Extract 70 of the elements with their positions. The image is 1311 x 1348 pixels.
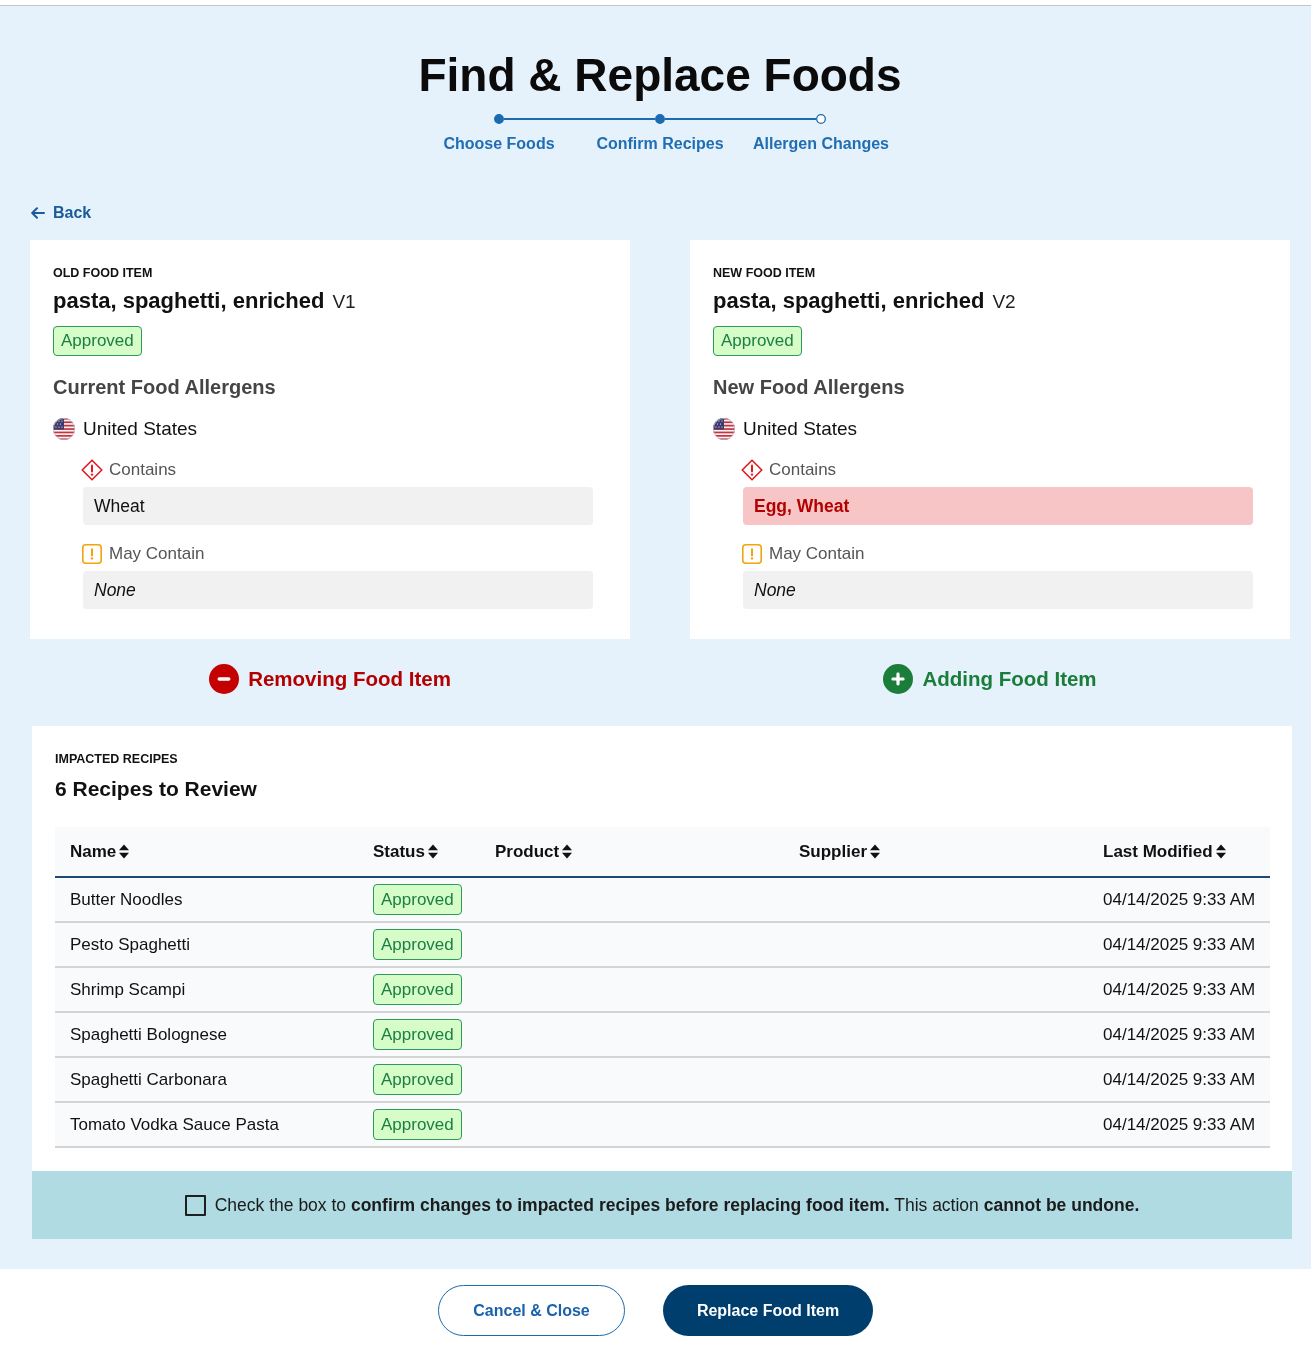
allergen-value: None [83, 571, 593, 609]
table-cell: 04/14/2025 9:33 AM [1103, 978, 1256, 1001]
column-header[interactable]: Name [70, 840, 130, 863]
table-cell: 04/14/2025 9:33 AM [1103, 1023, 1256, 1046]
us-flag-icon [53, 418, 75, 440]
page-title: Find & Replace Foods [418, 48, 902, 103]
status-badge: Approved [373, 974, 462, 1005]
back-link[interactable]: Back [31, 202, 92, 224]
action-label: Adding Food Item [922, 666, 1097, 692]
version-label: V1 [332, 290, 356, 314]
table-cell: Tomato Vodka Sauce Pasta [70, 1113, 279, 1136]
table-cell: 04/14/2025 9:33 AM [1103, 1113, 1256, 1136]
status-badge: Approved [713, 326, 802, 356]
step-label: Choose Foods [443, 134, 555, 154]
card-eyebrow: OLD FOOD ITEM [53, 265, 154, 281]
status-badge: Approved [373, 884, 462, 915]
status-badge: Approved [373, 1064, 462, 1095]
food-name: pasta, spaghetti, enriched [53, 287, 325, 315]
warning-diamond-icon [741, 459, 763, 481]
table-cell: 04/14/2025 9:33 AM [1103, 1068, 1256, 1091]
allergen-value: None [743, 571, 1253, 609]
replace-button[interactable]: Replace Food Item [663, 1285, 873, 1336]
region-name: United States [83, 417, 198, 441]
confirmation-text: Check the box to confirm changes to impacted recipes before replacing food item. This action cannot be undone. [214, 1194, 1140, 1217]
allergens-heading: Current Food Allergens [53, 375, 277, 400]
table-cell: Shrimp Scampi [70, 978, 186, 1001]
section-eyebrow: IMPACTED RECIPES [55, 751, 179, 767]
status-badge: Approved [373, 1109, 462, 1140]
version-label: V2 [992, 290, 1016, 314]
allergen-group-label: Contains [109, 459, 177, 481]
warning-square-icon [741, 543, 763, 565]
action-label: Removing Food Item [248, 666, 451, 692]
allergen-group-label: May Contain [109, 543, 205, 565]
food-name: pasta, spaghetti, enriched [713, 287, 985, 315]
column-header[interactable]: Product [495, 840, 573, 863]
status-badge: Approved [53, 326, 142, 356]
allergen-group-label: Contains [769, 459, 837, 481]
cancel-button[interactable]: Cancel & Close [438, 1285, 625, 1336]
back-arrow-icon [31, 207, 45, 219]
step-label: Allergen Changes [753, 134, 889, 154]
card-eyebrow: NEW FOOD ITEM [713, 265, 817, 281]
plus-circle-icon [883, 664, 914, 694]
warning-square-icon [81, 543, 103, 565]
column-header[interactable]: Supplier [799, 840, 880, 863]
table-cell: Spaghetti Carbonara [70, 1068, 227, 1091]
column-header[interactable]: Status [373, 840, 438, 863]
status-badge: Approved [373, 1019, 462, 1050]
sort-icon [119, 844, 130, 859]
sort-icon [562, 844, 573, 859]
step-label: Confirm Recipes [596, 134, 724, 154]
table-cell: Pesto Spaghetti [70, 933, 191, 956]
allergen-value: Egg, Wheat [743, 487, 1253, 525]
allergen-group-label: May Contain [769, 543, 865, 565]
table-cell: Spaghetti Bolognese [70, 1023, 227, 1046]
table-cell: Butter Noodles [70, 888, 183, 911]
warning-diamond-icon [81, 459, 103, 481]
region-name: United States [743, 417, 858, 441]
status-badge: Approved [373, 929, 462, 960]
sort-icon [427, 844, 438, 859]
checkbox[interactable] [184, 1194, 206, 1216]
allergens-heading: New Food Allergens [713, 375, 906, 400]
table-cell: 04/14/2025 9:33 AM [1103, 933, 1256, 956]
table-cell: 04/14/2025 9:33 AM [1103, 888, 1256, 911]
us-flag-icon [713, 418, 735, 440]
sort-icon [870, 844, 880, 859]
allergen-value: Wheat [83, 487, 593, 525]
column-header[interactable]: Last Modified [1103, 840, 1226, 863]
minus-circle-icon [209, 664, 240, 694]
section-title: 6 Recipes to Review [55, 776, 258, 802]
sort-icon [1215, 844, 1226, 859]
